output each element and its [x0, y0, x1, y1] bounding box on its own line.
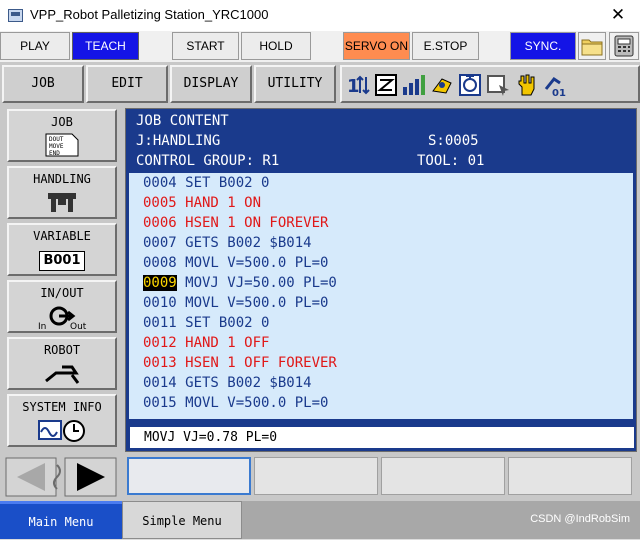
watermark-text: CSDN @IndRobSim: [530, 513, 630, 525]
coordinate-icon: [459, 74, 481, 96]
system-info-icon: [38, 420, 85, 442]
job-line[interactable]: 0006 HSEN 1 ON FOREVER: [143, 213, 328, 233]
side-robot-button[interactable]: ROBOT: [7, 337, 117, 390]
side-inout-button[interactable]: IN/OUT In Out: [7, 280, 117, 333]
teach-button[interactable]: TEACH: [72, 32, 139, 60]
job-line-list[interactable]: 0004 SET B002 0 0005 HAND 1 ON 0006 HSEN…: [129, 173, 633, 419]
job-document-icon: DOUT MOVE END: [45, 133, 79, 157]
side-system-info-label: SYSTEM INFO: [22, 400, 102, 414]
inout-icon: In Out: [38, 306, 87, 331]
start-button[interactable]: START: [172, 32, 239, 60]
job-content-panel: JOB CONTENT J:HANDLING S:0005 CONTROL GR…: [125, 108, 637, 452]
side-inout-label: IN/OUT: [40, 286, 84, 300]
current-line-text: MOVJ VJ=50.00 PL=0: [176, 275, 337, 291]
side-menu: JOB DOUT MOVE END HANDLING VARIABLE B001…: [0, 106, 122, 501]
close-icon[interactable]: ✕: [596, 0, 640, 31]
job-line-current[interactable]: 0009 MOVJ VJ=50.00 PL=0: [143, 273, 337, 293]
robot-group-icon: 01: [544, 76, 566, 97]
job-line[interactable]: 0004 SET B002 0: [143, 173, 269, 193]
servo-on-button[interactable]: SERVO ON: [343, 32, 410, 60]
side-job-button[interactable]: JOB DOUT MOVE END: [7, 109, 117, 162]
app-icon: [8, 9, 23, 22]
job-line[interactable]: 0014 GETS B002 $B014: [143, 373, 312, 393]
mode-toolbar: PLAY TEACH START HOLD SERVO ON E.STOP SY…: [0, 31, 640, 62]
simple-menu-button[interactable]: Simple Menu: [122, 501, 242, 539]
job-name: J:HANDLING: [136, 133, 221, 149]
side-job-label: JOB: [51, 115, 73, 129]
hand-icon: [518, 74, 535, 96]
edit-mode-icon: [375, 74, 397, 96]
estop-button[interactable]: E.STOP: [412, 32, 479, 60]
page-nav: [5, 457, 117, 497]
prev-page-button[interactable]: [5, 457, 57, 497]
function-key-2[interactable]: [254, 457, 378, 495]
job-icon-line-2: MOVE: [49, 143, 64, 150]
side-robot-label: ROBOT: [43, 343, 81, 357]
side-variable-button[interactable]: VARIABLE B001: [7, 223, 117, 276]
robot-arm-icon: [45, 365, 80, 384]
side-handling-button[interactable]: HANDLING: [7, 166, 117, 219]
title-bar: VPP_Robot Palletizing Station_YRC1000 ✕: [0, 0, 640, 31]
function-key-4[interactable]: [508, 457, 632, 495]
main-menu-button[interactable]: Main Menu: [0, 501, 122, 539]
step-number: S:0005: [428, 133, 479, 149]
function-key-3[interactable]: [381, 457, 505, 495]
edit-buffer-line[interactable]: MOVJ VJ=0.78 PL=0: [129, 426, 635, 449]
menu-utility[interactable]: UTILITY: [254, 65, 336, 103]
job-line[interactable]: 0011 SET B002 0: [143, 313, 269, 333]
bottom-bar: Main Menu Simple Menu CSDN @IndRobSim: [0, 501, 640, 539]
play-button[interactable]: PLAY: [0, 32, 70, 60]
tool-number: TOOL: 01: [417, 153, 485, 169]
sync-button[interactable]: SYNC.: [510, 32, 576, 60]
gripper-icon: [48, 193, 76, 212]
job-content-title: JOB CONTENT: [136, 113, 229, 129]
control-group: CONTROL GROUP: R1: [136, 153, 280, 169]
job-line[interactable]: 0005 HAND 1 ON: [143, 193, 261, 213]
speed-level-icon: [403, 75, 425, 95]
status-icons-area: 1 01: [340, 65, 640, 103]
function-key-1[interactable]: [127, 457, 251, 495]
job-line[interactable]: 0012 HAND 1 OFF: [143, 333, 269, 353]
variable-value-box: B001: [39, 251, 85, 271]
side-variable-label: VARIABLE: [33, 229, 91, 243]
job-line[interactable]: 0010 MOVL V=500.0 PL=0: [143, 293, 328, 313]
job-header: JOB CONTENT J:HANDLING S:0005 CONTROL GR…: [126, 109, 636, 173]
folder-icon[interactable]: [578, 32, 606, 60]
job-line[interactable]: 0007 GETS B002 $B014: [143, 233, 312, 253]
inout-in-text: In: [38, 322, 46, 331]
hold-button[interactable]: HOLD: [241, 32, 311, 60]
main-area: JOB CONTENT J:HANDLING S:0005 CONTROL GR…: [122, 106, 640, 501]
svg-text:01: 01: [552, 88, 566, 97]
side-handling-label: HANDLING: [33, 172, 91, 186]
window-title: VPP_Robot Palletizing Station_YRC1000: [30, 7, 269, 22]
axis-order-icon: 1: [347, 75, 370, 97]
menu-display[interactable]: DISPLAY: [170, 65, 252, 103]
menu-edit[interactable]: EDIT: [86, 65, 168, 103]
job-icon-line-3: END: [49, 150, 60, 157]
job-line[interactable]: 0008 MOVL V=500.0 PL=0: [143, 253, 328, 273]
job-line[interactable]: 0013 HSEN 1 OFF FOREVER: [143, 353, 337, 373]
menu-bar: JOB EDIT DISPLAY UTILITY 1 01: [0, 62, 640, 106]
job-icon-line-1: DOUT: [49, 136, 64, 143]
tool-icon: [432, 78, 452, 94]
inout-out-text: Out: [70, 322, 87, 331]
current-line-number: 0009: [143, 275, 177, 291]
side-system-info-button[interactable]: SYSTEM INFO: [7, 394, 117, 447]
function-key-row: [125, 455, 637, 497]
next-page-button[interactable]: [64, 457, 117, 497]
menu-job[interactable]: JOB: [2, 65, 84, 103]
pendant-icon[interactable]: [609, 32, 639, 60]
job-line[interactable]: 0015 MOVL V=500.0 PL=0: [143, 393, 328, 413]
cursor-page-icon: [487, 75, 509, 96]
